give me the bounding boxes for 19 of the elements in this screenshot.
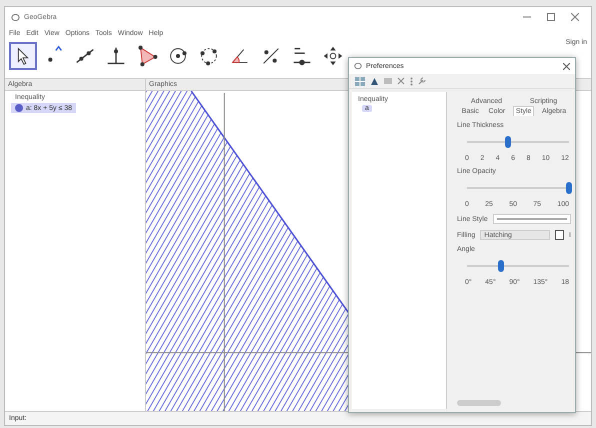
app-logo-icon: [354, 62, 362, 70]
checkbox[interactable]: [555, 230, 564, 240]
move-view-icon: [321, 44, 345, 68]
tool-button[interactable]: [9, 42, 37, 70]
close-icon[interactable]: [563, 62, 570, 70]
line-sample-icon: [496, 218, 567, 220]
close-icon[interactable]: [571, 13, 579, 21]
more-icon[interactable]: [410, 76, 413, 86]
wrench-icon[interactable]: [418, 77, 426, 85]
app-logo-icon: [11, 12, 20, 22]
axes-icon[interactable]: [397, 77, 405, 85]
maximize-icon[interactable]: [547, 13, 555, 21]
visibility-toggle[interactable]: [15, 104, 23, 112]
shapes-icon[interactable]: [370, 76, 379, 86]
slider-thumb[interactable]: [504, 136, 511, 148]
line-style-dropdown[interactable]: [492, 214, 571, 224]
list-icon[interactable]: [384, 77, 392, 85]
slider-thumb[interactable]: [498, 260, 504, 272]
slider-thumb[interactable]: [566, 182, 572, 194]
